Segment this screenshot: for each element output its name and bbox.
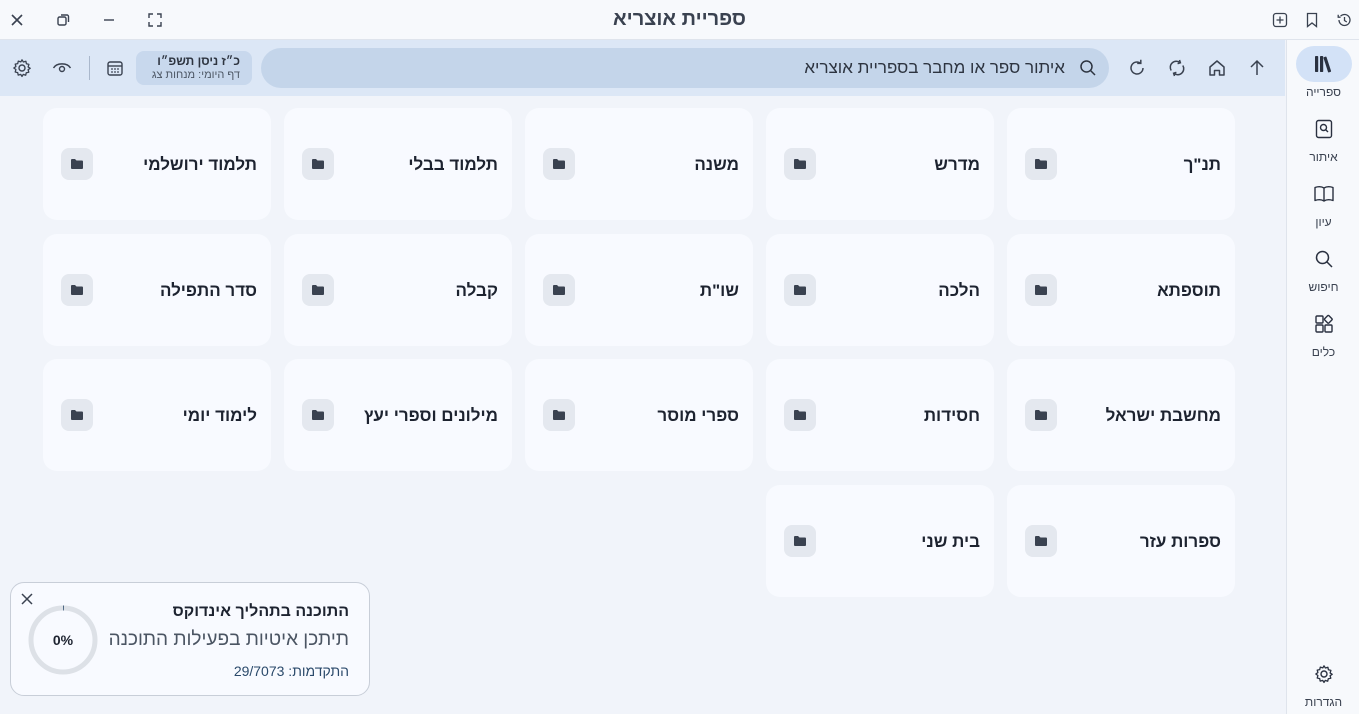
history-icon[interactable]	[1333, 9, 1355, 31]
folder-icon	[784, 399, 816, 431]
app-title: ספריית אוצריא	[613, 8, 746, 30]
sidebar-item-settings[interactable]: הגדרות	[1287, 656, 1359, 714]
folder-icon	[302, 274, 334, 306]
category-label: תוספתא	[1157, 281, 1221, 300]
category-card[interactable]: חסידות	[766, 359, 994, 471]
hebrew-date: כ״ז ניסן תשפ״ו	[157, 54, 240, 68]
daily-date-chip[interactable]: כ״ז ניסן תשפ״ו דף היומי: מנחות צג	[136, 51, 252, 85]
fullscreen-icon[interactable]	[144, 9, 166, 31]
category-label: תלמוד בבלי	[408, 155, 498, 174]
search-bar[interactable]	[261, 48, 1109, 88]
folder-icon	[1025, 148, 1057, 180]
category-card[interactable]: ספרות עזר	[1007, 485, 1235, 597]
sync-icon[interactable]	[1163, 54, 1191, 82]
category-label: הלכה	[938, 281, 980, 300]
category-card[interactable]: תנ"ך	[1007, 108, 1235, 220]
category-card[interactable]: מחשבת ישראל	[1007, 359, 1235, 471]
folder-icon	[1025, 274, 1057, 306]
folder-icon	[1025, 399, 1057, 431]
category-card[interactable]: מדרש	[766, 108, 994, 220]
category-label: משנה	[694, 155, 739, 174]
category-label: מחשבת ישראל	[1105, 406, 1221, 425]
category-label: מילונים וספרי יעץ	[364, 406, 498, 425]
settings-gear-icon[interactable]	[8, 54, 36, 82]
indexing-toast: התוכנה בתהליך אינדוקס תיתכן איטיות בפעיל…	[10, 582, 370, 696]
toast-title: התוכנה בתהליך אינדוקס	[172, 603, 349, 620]
sidebar-item-label: עיון	[1315, 215, 1332, 229]
tools-icon	[1296, 306, 1352, 342]
book-open-icon	[1296, 176, 1352, 212]
folder-icon	[784, 274, 816, 306]
sidebar-item-label: חיפוש	[1308, 280, 1339, 294]
search-icon	[1296, 241, 1352, 277]
sidebar-item-study[interactable]: עיון	[1287, 176, 1359, 236]
folder-icon	[61, 399, 93, 431]
sidebar-item-label: כלים	[1311, 345, 1336, 359]
title-bar: ספריית אוצריא	[0, 0, 1359, 40]
close-icon[interactable]	[6, 9, 28, 31]
folder-icon	[1025, 525, 1057, 557]
search-input[interactable]	[261, 48, 1079, 88]
settings-gear-icon	[1296, 656, 1352, 692]
search-icon	[1079, 59, 1097, 77]
minimize-icon[interactable]	[98, 9, 120, 31]
toolbar: כ״ז ניסן תשפ״ו דף היומי: מנחות צג	[0, 40, 1285, 96]
progress-percent: 0%	[52, 632, 74, 648]
category-label: תלמוד ירושלמי	[143, 155, 257, 174]
find-book-icon	[1296, 111, 1352, 147]
category-card[interactable]: קבלה	[284, 234, 512, 346]
daf-yomi: דף היומי: מנחות צג	[151, 69, 240, 81]
folder-icon	[543, 399, 575, 431]
sidebar-item-label: ספרייה	[1305, 85, 1342, 99]
category-card[interactable]: סדר התפילה	[43, 234, 271, 346]
sidebar-item-label: איתור	[1309, 150, 1338, 164]
category-card[interactable]: תלמוד ירושלמי	[43, 108, 271, 220]
category-label: תנ"ך	[1183, 155, 1221, 174]
toolbar-divider	[89, 56, 90, 80]
refresh-icon[interactable]	[1123, 54, 1151, 82]
sidebar-rail: ספרייה איתור עיון חיפוש כלים הגדרות	[1286, 40, 1359, 714]
eye-icon[interactable]	[48, 54, 76, 82]
home-icon[interactable]	[1203, 54, 1231, 82]
category-label: בית שני	[921, 532, 980, 551]
add-tab-icon[interactable]	[1269, 9, 1291, 31]
folder-icon	[61, 274, 93, 306]
folder-icon	[543, 274, 575, 306]
category-label: מדרש	[934, 155, 980, 174]
category-card[interactable]: בית שני	[766, 485, 994, 597]
folder-icon	[302, 399, 334, 431]
category-label: שו"ת	[699, 281, 739, 300]
category-card[interactable]: תוספתא	[1007, 234, 1235, 346]
category-card[interactable]: לימוד יומי	[43, 359, 271, 471]
category-card[interactable]: תלמוד בבלי	[284, 108, 512, 220]
sidebar-item-search[interactable]: חיפוש	[1287, 241, 1359, 301]
category-label: ספרות עזר	[1139, 532, 1221, 551]
toast-progress-count: התקדמות: 29/7073	[233, 663, 349, 679]
category-label: ספרי מוסר	[657, 406, 739, 425]
sidebar-item-label: הגדרות	[1304, 695, 1343, 709]
category-label: לימוד יומי	[182, 406, 257, 425]
category-label: חסידות	[923, 406, 980, 425]
calendar-icon[interactable]	[101, 54, 129, 82]
folder-icon	[543, 148, 575, 180]
toast-message: תיתכן איטיות בפעילות התוכנה	[108, 629, 349, 650]
category-label: סדר התפילה	[159, 281, 257, 300]
folder-icon	[784, 148, 816, 180]
category-label: קבלה	[455, 281, 498, 300]
bookmark-icon[interactable]	[1301, 9, 1323, 31]
category-card[interactable]: שו"ת	[525, 234, 753, 346]
folder-icon	[302, 148, 334, 180]
folder-icon	[61, 148, 93, 180]
category-card[interactable]: משנה	[525, 108, 753, 220]
sidebar-item-library[interactable]: ספרייה	[1287, 46, 1359, 106]
category-card[interactable]: מילונים וספרי יעץ	[284, 359, 512, 471]
folder-icon	[784, 525, 816, 557]
arrow-up-icon[interactable]	[1243, 54, 1271, 82]
category-card[interactable]: הלכה	[766, 234, 994, 346]
restore-icon[interactable]	[52, 9, 74, 31]
sidebar-item-find[interactable]: איתור	[1287, 111, 1359, 171]
library-icon	[1295, 46, 1352, 82]
category-card[interactable]: ספרי מוסר	[525, 359, 753, 471]
sidebar-item-tools[interactable]: כלים	[1287, 306, 1359, 366]
